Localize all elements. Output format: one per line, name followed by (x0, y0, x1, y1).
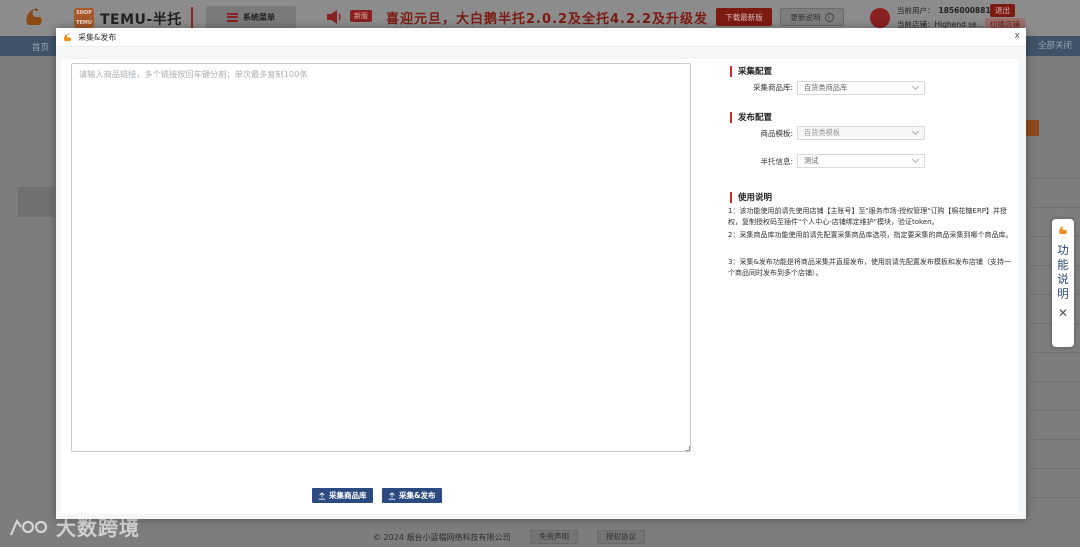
semi-managed-info-select[interactable]: 测试 (797, 154, 925, 168)
system-menu-label: 系统菜单 (243, 12, 275, 22)
app-title: TEMU-半托 (100, 12, 182, 28)
upload-icon (318, 492, 326, 500)
chevron-down-icon (911, 82, 920, 91)
product-template-label: 商品模板: (760, 129, 793, 138)
new-badge: 新版 (350, 10, 372, 22)
user-value: 18560008818 (938, 6, 996, 15)
collect-library-value: 百货类商品库 (804, 83, 848, 92)
system-menu-button[interactable]: 系统菜单 (206, 6, 296, 28)
changelog-label: 更新说明 (790, 12, 821, 22)
instruction-item-3: 3：采集&发布功能是将商品采集并直接发布，使用前请先配置发布模板和发布店铺（支持… (728, 258, 1011, 277)
modal-body: 采集商品库 采集&发布 采集配置 采集商品库: 百货类商品库 发布配置 商品模板… (61, 59, 1018, 514)
semi-managed-info-value: 测试 (804, 156, 819, 165)
background-panel (18, 187, 54, 217)
instructions-title: 使用说明 (730, 191, 772, 203)
modal-header: 采集&发布 x (56, 28, 1026, 47)
collect-library-select[interactable]: 百货类商品库 (797, 81, 925, 95)
close-icon[interactable]: ✕ (1058, 306, 1068, 320)
tab-home[interactable]: 首页 (32, 41, 49, 53)
menu-icon (227, 12, 238, 22)
upload-icon (388, 492, 396, 500)
collect-publish-modal: 采集&发布 x 采集商品库 采集&发布 采集配置 采集商品库: 百货类商品库 发… (56, 28, 1026, 519)
product-template-value: 百货类模板 (804, 128, 840, 137)
collect-to-library-label: 采集商品库 (329, 491, 367, 500)
collect-to-library-button[interactable]: 采集商品库 (312, 488, 373, 503)
collect-and-publish-button[interactable]: 采集&发布 (382, 488, 442, 503)
resize-handle-icon[interactable] (685, 446, 690, 451)
close-all-tabs-button[interactable]: 全部关闭 (1038, 39, 1072, 51)
watermark-logo-icon (9, 518, 48, 535)
collect-config-title: 采集配置 (730, 65, 772, 77)
feature-guide-label[interactable]: 功能说明 (1055, 244, 1071, 302)
footer-copyright: © 2024 烟台小蓝帽网络科技有限公司 (373, 533, 511, 542)
swan-logo-icon (1059, 226, 1067, 234)
publish-config-title: 发布配置 (730, 111, 772, 123)
changelog-button[interactable]: 更新说明 i (780, 8, 844, 26)
announcement-text[interactable]: 喜迎元旦，大白鹅半托2.0.2及全托4.2.2及升级发 (386, 8, 708, 27)
license-agreement-button[interactable]: 授权协议 (597, 530, 645, 544)
speaker-icon (327, 10, 341, 24)
modal-close-button[interactable]: x (1015, 31, 1020, 41)
title-divider (191, 7, 193, 29)
chevron-down-icon (911, 155, 920, 164)
download-latest-button[interactable]: 下载最新版 (716, 8, 772, 26)
swan-logo-icon (64, 33, 72, 41)
collect-and-publish-label: 采集&发布 (399, 491, 436, 500)
feature-guide-panel[interactable]: 功能说明 ✕ (1052, 219, 1074, 347)
user-label: 当前用户： (897, 6, 935, 15)
current-user: 当前用户： 18560008818 (897, 5, 996, 16)
info-icon: i (824, 12, 834, 22)
swan-logo-icon (26, 8, 42, 25)
disclaimer-button[interactable]: 免责声明 (530, 530, 578, 544)
product-template-select[interactable]: 百货类模板 (797, 126, 925, 140)
chevron-down-icon (911, 127, 920, 136)
instruction-item-1: 1：该功能使用前请先使用店铺【主账号】至"服务市场-授权管理"订购【棉花糖ERP… (728, 207, 1007, 226)
avatar[interactable] (870, 8, 890, 28)
collect-library-label: 采集商品库: (752, 83, 793, 92)
semi-managed-info-label: 半托信息: (760, 157, 793, 166)
product-links-input[interactable] (71, 63, 691, 452)
temu-logo: SHOP TEMU (74, 8, 94, 28)
instruction-item-2: 2：采集商品库功能使用前请先配置采集商品库选项，指定要采集的商品采集到哪个商品库… (728, 231, 1013, 239)
logout-button[interactable]: 退出 (990, 4, 1015, 17)
modal-title: 采集&发布 (78, 32, 117, 42)
